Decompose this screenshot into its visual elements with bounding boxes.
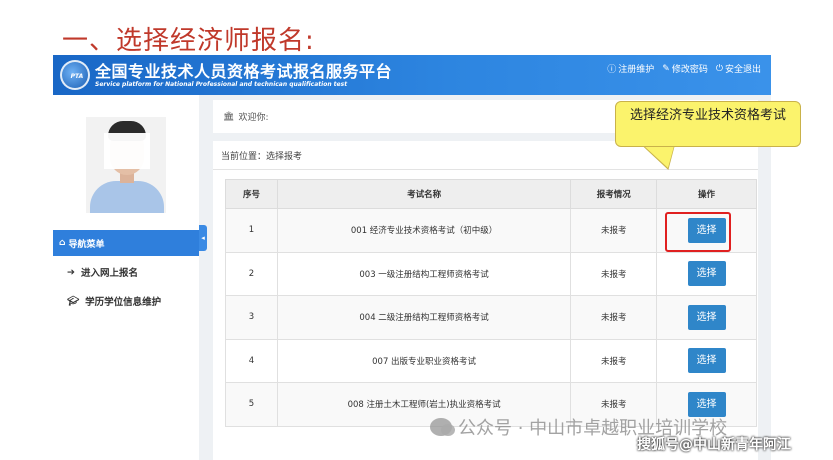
avatar (86, 117, 166, 213)
change-password-link[interactable]: ✎ 修改密码 (662, 62, 708, 76)
table-header-row: 序号 考试名称 报考情况 操作 (225, 179, 757, 209)
site-title: 全国专业技术人员资格考试报名服务平台 (95, 62, 393, 81)
sidebar-collapse-toggle[interactable]: ◂ (199, 225, 207, 251)
column-header-status: 报考情况 (570, 179, 658, 209)
row-exam-name: 004 二级注册结构工程师资格考试 (276, 295, 572, 340)
nav-menu-label: 导航菜单 (68, 239, 105, 250)
welcome-text: 欢迎你: (238, 113, 269, 123)
select-button[interactable]: 选择 (687, 217, 726, 243)
table-row: 4 007 出版专业职业资格考试 未报考 选择 (225, 338, 757, 383)
home-icon: ⌂ (59, 238, 66, 248)
logo-text: PTA (70, 73, 84, 80)
table-row: 3 004 二级注册结构工程师资格考试 未报考 选择 (225, 295, 757, 340)
bank-icon: 🏛︎ (223, 111, 235, 122)
register-maintain-label: 注册维护 (618, 65, 655, 75)
graduation-cap-icon: 🎓︎ (67, 295, 80, 307)
slide-title: 一、选择经济师报名: (62, 26, 315, 56)
chevron-left-icon: ◂ (201, 234, 205, 242)
row-no: 2 (225, 251, 278, 296)
exam-table: 序号 考试名称 报考情况 操作 1 001 经济专业技术资格考试（初中级） 未报… (225, 179, 757, 427)
select-button[interactable]: 选择 (687, 391, 726, 417)
wechat-icon (430, 418, 455, 436)
row-no: 3 (225, 295, 278, 340)
select-button[interactable]: 选择 (687, 348, 726, 374)
site-subtitle: Service platform for National Profession… (95, 81, 348, 88)
sidebar-item-label: 学历学位信息维护 (85, 297, 162, 308)
callout-annotation: 选择经济专业技术资格考试 (615, 101, 801, 147)
table-row: 1 001 经济专业技术资格考试（初中级） 未报考 选择 (225, 208, 757, 253)
row-exam-name: 001 经济专业技术资格考试（初中级） (276, 208, 572, 253)
logout-label: 安全退出 (724, 65, 761, 75)
edit-icon: ✎ (662, 63, 670, 74)
row-status: 未报考 (570, 208, 658, 253)
header-links: ⓘ 注册维护 ✎ 修改密码 ⏻ 安全退出 (607, 62, 761, 76)
row-exam-name: 007 出版专业职业资格考试 (276, 338, 572, 383)
avatar-privacy-mask (104, 133, 150, 169)
row-no: 1 (225, 208, 278, 253)
sign-in-icon: ➔ (67, 266, 75, 278)
nav-menu-header[interactable]: ⌂ 导航菜单 (53, 230, 199, 256)
row-status: 未报考 (570, 295, 658, 340)
row-no: 4 (225, 338, 278, 383)
select-button[interactable]: 选择 (687, 261, 726, 287)
sohu-watermark: 搜狐号@中山新青年阿江 (637, 437, 791, 453)
power-icon: ⏻ (715, 63, 723, 74)
change-password-label: 修改密码 (671, 65, 708, 75)
sidebar: ⌂ 导航菜单 ➔ 进入网上报名 🎓︎ 学历学位信息维护 (53, 95, 199, 460)
content-panel: 当前位置：选择报考 序号 考试名称 报考情况 操作 1 001 经济专业技术资格… (213, 141, 758, 460)
pta-logo-icon: PTA (60, 60, 90, 90)
column-header-no: 序号 (225, 179, 278, 209)
sidebar-item-education-info[interactable]: 🎓︎ 学历学位信息维护 (67, 294, 162, 309)
column-header-action: 操作 (656, 179, 757, 209)
select-button[interactable]: 选择 (687, 304, 726, 330)
header-bar: PTA 全国专业技术人员资格考试报名服务平台 Service platform … (53, 55, 771, 95)
logout-link[interactable]: ⏻ 安全退出 (715, 62, 761, 76)
column-header-exam-name: 考试名称 (276, 179, 572, 209)
register-maintain-link[interactable]: ⓘ 注册维护 (607, 62, 654, 75)
breadcrumb: 当前位置：选择报考 (221, 152, 303, 162)
row-status: 未报考 (570, 251, 658, 296)
sidebar-item-label: 进入网上报名 (80, 268, 138, 279)
sidebar-item-online-registration[interactable]: ➔ 进入网上报名 (67, 265, 138, 280)
table-row: 2 003 一级注册结构工程师资格考试 未报考 选择 (225, 251, 757, 296)
row-no: 5 (225, 382, 278, 427)
row-exam-name: 003 一级注册结构工程师资格考试 (276, 251, 572, 296)
info-icon: ⓘ (607, 65, 617, 75)
row-status: 未报考 (570, 338, 658, 383)
